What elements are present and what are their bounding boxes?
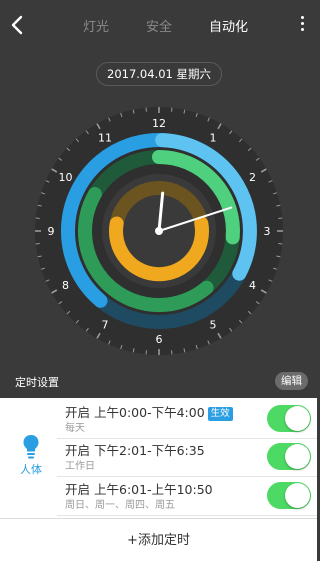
toggle-knob <box>285 406 310 431</box>
timer-title: 开启 下午2:01-下午6:35 <box>65 443 205 459</box>
timer-clock-dial: 121234567891011 <box>35 107 283 355</box>
dial-number: 9 <box>48 225 55 238</box>
toggle-knob <box>285 444 310 469</box>
dial-number: 10 <box>58 171 72 184</box>
timer-row[interactable]: 开启 上午6:01-上午10:50 周日、周一、周四、周五 <box>57 477 317 516</box>
dial-number: 12 <box>152 117 166 130</box>
dial-number: 11 <box>98 131 112 144</box>
date-selector[interactable]: 2017.04.01 星期六 <box>96 62 222 86</box>
dial-number: 5 <box>210 319 217 332</box>
toggle-knob <box>285 483 310 508</box>
timer-repeat: 周日、周一、周四、周五 <box>65 500 175 511</box>
add-timer-button[interactable]: +添加定时 <box>0 518 317 561</box>
hand-pivot <box>155 227 163 235</box>
timer-action: 开启 <box>65 443 91 458</box>
sensor-label: 人体 <box>20 463 42 476</box>
dial-number: 8 <box>62 279 69 292</box>
active-badge: 生效 <box>207 407 233 421</box>
dial-number: 7 <box>102 319 109 332</box>
timer-action: 开启 <box>65 482 91 497</box>
timer-range: 上午6:01-上午10:50 <box>94 482 213 497</box>
timer-repeat: 每天 <box>65 423 85 434</box>
dial-number: 4 <box>249 279 256 292</box>
timer-row[interactable]: 开启 下午2:01-下午6:35 工作日 <box>57 438 317 477</box>
edit-button[interactable]: 编辑 <box>275 372 308 390</box>
timer-title: 开启 上午0:00-下午4:00 生效 <box>65 405 233 421</box>
dial-number: 3 <box>264 225 271 238</box>
tab-automation[interactable]: 自动化 <box>209 20 248 36</box>
dial-number: 1 <box>210 131 217 144</box>
timer-toggle[interactable] <box>267 405 311 432</box>
timer-settings-title: 定时设置 <box>15 376 59 389</box>
timer-row[interactable]: 开启 上午0:00-下午4:00 生效 每天 <box>57 400 317 439</box>
timer-title: 开启 上午6:01-上午10:50 <box>65 482 213 498</box>
top-navigation-bar: 灯光 安全 自动化 <box>0 0 317 52</box>
sensor-group: 人体 <box>10 434 52 482</box>
dial-number: 2 <box>249 171 256 184</box>
timer-range: 上午0:00-下午4:00 <box>94 405 205 420</box>
timer-action: 开启 <box>65 405 91 420</box>
timer-range: 下午2:01-下午6:35 <box>94 443 205 458</box>
timer-repeat: 工作日 <box>65 461 95 472</box>
back-chevron-icon[interactable] <box>8 14 28 36</box>
tab-lighting[interactable]: 灯光 <box>83 20 109 36</box>
dial-number: 6 <box>156 333 163 346</box>
light-bulb-icon <box>23 435 39 459</box>
tab-security[interactable]: 安全 <box>146 20 172 36</box>
timer-toggle[interactable] <box>267 443 311 470</box>
more-menu-icon[interactable] <box>299 16 305 36</box>
timer-toggle[interactable] <box>267 482 311 509</box>
